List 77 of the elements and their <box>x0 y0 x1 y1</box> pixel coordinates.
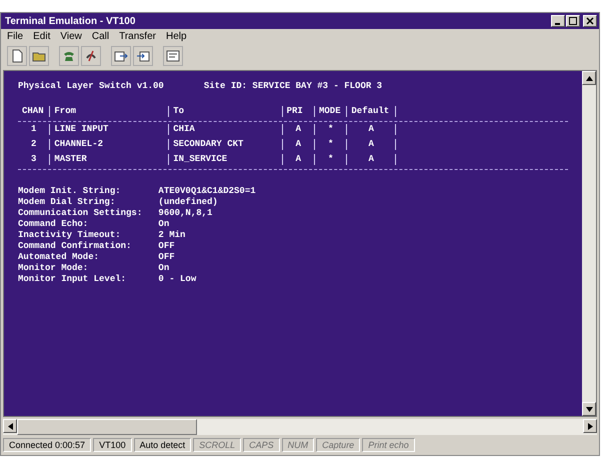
setting-value: OFF <box>158 252 175 263</box>
column-header: PRI <box>282 106 315 117</box>
menu-item[interactable]: Help <box>166 31 187 42</box>
new-document-icon[interactable] <box>7 46 27 66</box>
send-icon[interactable] <box>111 46 131 66</box>
menu-item[interactable]: File <box>7 31 24 42</box>
setting-label: Communication Settings: <box>18 208 144 219</box>
folder-icon[interactable] <box>29 46 49 66</box>
setting-value: OFF <box>158 241 175 252</box>
status-pane: Auto detect <box>134 438 192 452</box>
phone-icon[interactable] <box>59 46 79 66</box>
column-header: To <box>169 106 283 117</box>
table-cell: IN_SERVICE <box>169 154 283 165</box>
status-pane: Connected 0:00:57 <box>3 438 92 452</box>
table-cell: 2 <box>18 139 50 150</box>
maximize-icon <box>569 17 577 25</box>
status-pane: VT100 <box>93 438 132 452</box>
status-pane: Print echo <box>362 438 415 452</box>
table-cell: SECONDARY CKT <box>169 139 283 150</box>
setting-label: Automated Mode: <box>18 252 100 263</box>
close-button[interactable] <box>583 15 597 27</box>
table-cell: A <box>347 139 396 150</box>
setting-value: On <box>158 263 170 274</box>
table-cell: A <box>347 124 396 135</box>
status-pane: Capture <box>316 438 360 452</box>
setting-value: 2 Min <box>158 230 186 241</box>
setting-label: Monitor Mode: <box>18 263 90 274</box>
setting-value: On <box>158 219 170 230</box>
column-header: Default <box>347 106 396 117</box>
setting-label: Modem Dial String: <box>18 197 116 208</box>
maximize-button[interactable] <box>566 15 580 27</box>
setting-value: 9600,N,8,1 <box>158 208 212 219</box>
minimize-button[interactable] <box>551 15 565 27</box>
status-pane: SCROLL <box>193 438 242 452</box>
right-arrow-icon[interactable] <box>588 422 592 430</box>
setting-value: 0 - Low <box>158 274 196 285</box>
table-cell: A <box>347 154 396 165</box>
column-header: CHAN <box>18 106 50 117</box>
setting-label: Inactivity Timeout: <box>18 230 122 241</box>
setting-label: Monitor Input Level: <box>18 274 128 285</box>
menu-item[interactable]: View <box>60 31 82 42</box>
status-pane: CAPS <box>243 438 280 452</box>
hang-up-icon[interactable] <box>81 46 101 66</box>
vertical-scrollbar[interactable] <box>582 71 596 416</box>
close-icon <box>586 17 594 25</box>
left-arrow-icon[interactable] <box>8 422 12 430</box>
up-arrow-icon[interactable] <box>586 76 592 80</box>
program-title: Physical Layer Switch v1.00 <box>18 81 164 92</box>
table-cell: * <box>315 154 348 165</box>
setting-label: Command Confirmation: <box>18 241 132 252</box>
menu-item[interactable]: Transfer <box>119 31 156 42</box>
table-cell: 1 <box>18 124 50 135</box>
horizontal-scrollbar[interactable] <box>3 419 597 435</box>
table-cell: MASTER <box>50 154 170 165</box>
setting-label: Modem Init. String: <box>18 186 122 197</box>
menu-item[interactable]: Edit <box>33 31 50 42</box>
setting-value: ATE0V0Q1&C1&D2S0=1 <box>158 186 256 197</box>
table-cell: A <box>282 124 315 135</box>
table-cell: A <box>282 139 315 150</box>
table-cell: CHIA <box>169 124 283 135</box>
column-header: From <box>50 106 170 117</box>
site-id: Site ID: SERVICE BAY #3 - FLOOR 3 <box>204 81 382 92</box>
receive-icon[interactable] <box>133 46 153 66</box>
column-header: MODE <box>315 106 348 117</box>
table-cell: * <box>315 124 348 135</box>
table-cell: 3 <box>18 154 50 165</box>
table-cell: LINE INPUT <box>50 124 170 135</box>
down-arrow-icon[interactable] <box>586 406 592 412</box>
setting-label: Command Echo: <box>18 219 90 230</box>
table-cell: * <box>315 139 348 150</box>
table-cell: CHANNEL-2 <box>50 139 170 150</box>
menu-item[interactable]: Call <box>92 31 110 42</box>
setting-value: (undefined) <box>158 197 218 208</box>
properties-icon[interactable] <box>163 46 183 66</box>
table-cell: A <box>282 154 315 165</box>
status-pane: NUM <box>282 438 314 452</box>
window-title: Terminal Emulation - VT100 <box>5 16 136 26</box>
